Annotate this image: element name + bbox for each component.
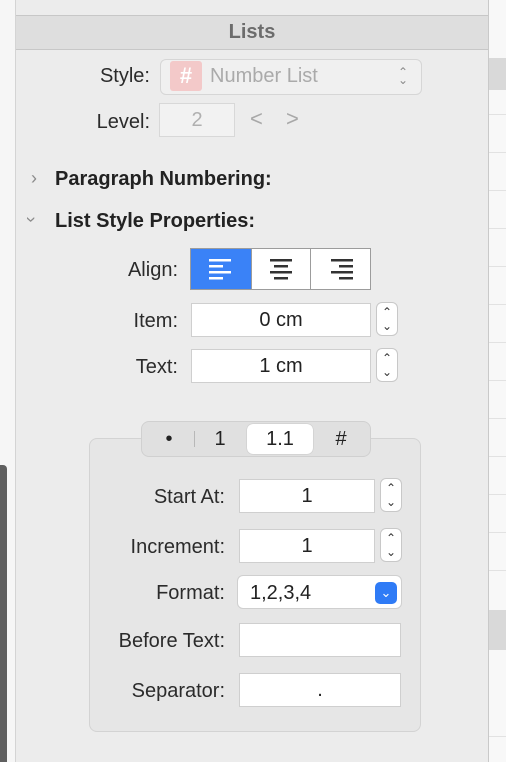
text-label: Text: — [135, 356, 178, 378]
align-right-button[interactable] — [311, 249, 370, 289]
chevron-down-icon[interactable]: ⌄ — [375, 582, 397, 604]
increment-field[interactable]: 1 — [239, 529, 375, 563]
increment-stepper[interactable]: ⌃ ⌄ — [380, 528, 402, 562]
panel-title: Lists — [16, 16, 488, 50]
style-value: Number List — [210, 65, 318, 87]
hash-icon: # — [170, 61, 202, 91]
stepper-up-icon[interactable]: ⌃ — [377, 306, 397, 318]
level-prev-button[interactable]: < — [250, 106, 263, 132]
list-style-properties-header[interactable]: List Style Properties: — [55, 210, 255, 233]
paragraph-numbering-header[interactable]: Paragraph Numbering: — [55, 168, 272, 191]
tab-divider — [194, 431, 195, 447]
separator-label: Separator: — [131, 680, 225, 702]
start-at-stepper[interactable]: ⌃ ⌄ — [380, 478, 402, 512]
start-at-label: Start At: — [153, 486, 225, 508]
format-value: 1,2,3,4 — [250, 582, 312, 604]
format-label: Format: — [156, 582, 225, 604]
chevron-down-icon[interactable]: › — [21, 217, 42, 223]
tab-tiered-number[interactable]: 1.1 — [247, 424, 313, 454]
align-label: Align: — [127, 259, 178, 281]
align-center-button[interactable] — [251, 249, 311, 289]
tab-hash[interactable]: # — [318, 424, 364, 454]
align-right-icon — [330, 259, 353, 280]
panel-top-bar — [16, 0, 488, 16]
tab-number[interactable]: 1 — [197, 424, 243, 454]
text-stepper[interactable]: ⌃ ⌄ — [376, 348, 398, 382]
align-left-icon — [209, 259, 231, 280]
before-text-field[interactable] — [239, 623, 401, 657]
increment-label: Increment: — [130, 536, 225, 558]
stepper-down-icon[interactable]: ⌄ — [381, 496, 401, 508]
item-field[interactable]: 0 cm — [191, 303, 371, 337]
align-center-icon — [270, 259, 292, 280]
right-document-strip — [489, 0, 506, 762]
text-field[interactable]: 1 cm — [191, 349, 371, 383]
stepper-up-icon[interactable]: ⌃ — [377, 352, 397, 364]
level-field[interactable]: 2 — [159, 103, 235, 137]
format-select[interactable]: 1,2,3,4 ⌄ — [237, 575, 402, 609]
align-left-button[interactable] — [191, 249, 251, 289]
item-label: Item: — [133, 310, 178, 332]
level-next-button[interactable]: > — [286, 106, 299, 132]
stepper-down-icon[interactable]: ⌄ — [377, 320, 397, 332]
popup-updown-icon: ⌃ ⌄ — [397, 65, 409, 87]
align-segmented-control[interactable] — [190, 248, 371, 290]
tab-bullet[interactable]: • — [146, 424, 192, 454]
numbering-tabs[interactable]: • 1 1.1 # — [141, 421, 371, 457]
window-edge-handle — [0, 465, 7, 762]
level-label: Level: — [96, 111, 150, 133]
style-label: Style: — [99, 65, 150, 87]
before-text-label: Before Text: — [118, 630, 225, 652]
chevron-right-icon[interactable]: › — [31, 168, 37, 189]
stepper-up-icon[interactable]: ⌃ — [381, 532, 401, 544]
stepper-up-icon[interactable]: ⌃ — [381, 482, 401, 494]
separator-field[interactable]: . — [239, 673, 401, 707]
item-stepper[interactable]: ⌃ ⌄ — [376, 302, 398, 336]
stepper-down-icon[interactable]: ⌄ — [377, 366, 397, 378]
stepper-down-icon[interactable]: ⌄ — [381, 546, 401, 558]
start-at-field[interactable]: 1 — [239, 479, 375, 513]
